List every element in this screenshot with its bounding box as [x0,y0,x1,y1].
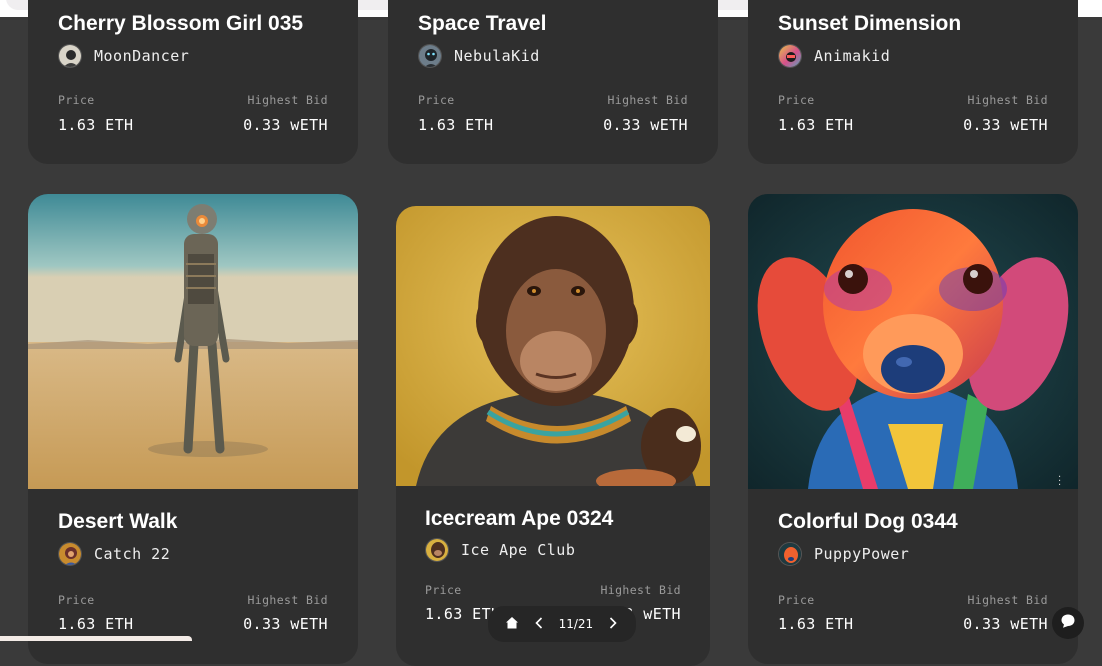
card-title[interactable]: Desert Walk [58,510,177,534]
price-label: Price [58,93,95,107]
creator-avatar [418,44,442,68]
card-creator[interactable]: Ice Ape Club [425,538,575,562]
nft-card[interactable]: Space Travel NebulaKid Price Highest Bid… [388,0,718,164]
highest-bid-label: Highest Bid [967,593,1048,607]
highest-bid-value: 0.33 wETH [243,116,328,134]
card-title[interactable]: Space Travel [418,12,546,36]
more-vertical-icon[interactable]: · · · [1058,473,1061,491]
highest-bid-label: Highest Bid [600,583,681,597]
card-creator[interactable]: Catch 22 [58,542,170,566]
card-creator[interactable]: MoonDancer [58,44,189,68]
highest-bid-value: 0.33 wETH [963,615,1048,633]
page-counter: 11/21 [558,617,594,631]
highest-bid-label: Highest Bid [247,593,328,607]
highest-bid-value: 0.33 wETH [963,116,1048,134]
price-label: Price [58,593,95,607]
card-title[interactable]: Colorful Dog 0344 [778,510,958,534]
creator-name: Animakid [814,47,891,65]
price-value: 1.63 ETH [778,615,854,633]
highest-bid-label: Highest Bid [967,93,1048,107]
nft-card[interactable]: Cherry Blossom Girl 035 MoonDancer Price… [28,0,358,164]
creator-name: PuppyPower [814,545,910,563]
price-value: 1.63 ETH [778,116,854,134]
creator-avatar [58,542,82,566]
price-label: Price [778,93,815,107]
card-creator[interactable]: PuppyPower [778,542,909,566]
status-strip [0,636,192,641]
nft-card[interactable]: Sunset Dimension Animakid Price Highest … [748,0,1078,164]
creator-name: Catch 22 [94,545,171,563]
highest-bid-label: Highest Bid [607,93,688,107]
price-value: 1.63 ETH [58,615,134,633]
chat-button[interactable] [1052,607,1084,639]
home-icon[interactable] [505,615,519,634]
nft-image[interactable] [28,194,358,489]
price-value: 1.63 ETH [58,116,134,134]
price-value: 1.63 ETH [418,116,494,134]
nft-card[interactable]: Desert Walk Catch 22 Price Highest Bid 1… [28,194,358,664]
nft-image[interactable] [396,206,710,493]
chat-icon [1060,613,1076,633]
nft-card[interactable]: Colorful Dog 0344 PuppyPower Price Highe… [748,194,1078,664]
creator-name: NebulaKid [454,47,540,65]
creator-avatar [425,538,449,562]
creator-avatar [778,542,802,566]
price-label: Price [418,93,455,107]
creator-name: Ice Ape Club [461,541,576,559]
creator-avatar [58,44,82,68]
highest-bid-label: Highest Bid [247,93,328,107]
card-creator[interactable]: NebulaKid [418,44,540,68]
card-title[interactable]: Cherry Blossom Girl 035 [58,12,303,36]
chevron-right-icon[interactable] [607,615,619,634]
nft-image[interactable] [748,194,1078,489]
pagination-control: 11/21 [488,606,636,642]
creator-name: MoonDancer [94,47,190,65]
highest-bid-value: 0.33 wETH [243,615,328,633]
highest-bid-value: 0.33 wETH [603,116,688,134]
nft-card[interactable]: Icecream Ape 0324 Ice Ape Club Price Hig… [396,206,710,666]
creator-avatar [778,44,802,68]
price-label: Price [778,593,815,607]
chevron-left-icon[interactable] [533,615,545,634]
card-title[interactable]: Icecream Ape 0324 [425,507,613,531]
card-creator[interactable]: Animakid [778,44,890,68]
price-label: Price [425,583,462,597]
card-title[interactable]: Sunset Dimension [778,12,961,36]
